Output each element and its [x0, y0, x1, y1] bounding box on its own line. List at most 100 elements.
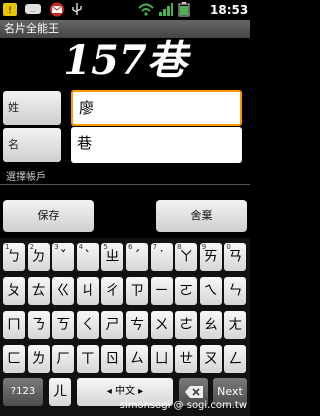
- svg-text:...: ...: [30, 7, 36, 14]
- key-hint: 8: [177, 243, 182, 251]
- key-label: ㄧ: [154, 283, 169, 299]
- key-label: ㄋ: [31, 317, 46, 333]
- er-key[interactable]: ㄦ: [49, 378, 71, 406]
- signal-icon: [159, 3, 173, 16]
- key-0-5[interactable]: 6ˊ: [126, 243, 148, 271]
- save-button[interactable]: 保存: [3, 200, 94, 232]
- key-hint: 3: [54, 243, 59, 251]
- status-bar: ! ... 18:53: [0, 0, 250, 20]
- wifi-icon: [138, 3, 154, 16]
- key-hint: 2: [29, 243, 35, 251]
- key-0-7[interactable]: 8ㄚ: [175, 243, 198, 271]
- app-title: 名片全能王: [0, 20, 250, 38]
- key-label: ㄟ: [203, 283, 218, 299]
- usb-icon: [72, 3, 82, 15]
- key-3-8[interactable]: ㄡ: [199, 345, 222, 373]
- key-hint: 9: [201, 243, 207, 251]
- key-label: ˊ: [133, 249, 141, 265]
- key-label: ㄌ: [31, 351, 46, 367]
- key-label: ㄝ: [179, 351, 194, 367]
- key-3-2[interactable]: ㄏ: [52, 345, 75, 373]
- key-2-9[interactable]: ㄤ: [224, 311, 247, 339]
- key-1-4[interactable]: ㄔ: [101, 277, 124, 305]
- key-0-3[interactable]: 4ˋ: [76, 243, 99, 271]
- key-0-8[interactable]: 9ㄞ: [199, 243, 222, 271]
- key-label: ㄨ: [154, 317, 169, 333]
- key-0-2[interactable]: 3ˇ: [52, 243, 75, 271]
- key-3-9[interactable]: ㄥ: [224, 345, 247, 373]
- key-label: ㄒ: [80, 351, 95, 367]
- key-2-5[interactable]: ㄘ: [126, 311, 148, 339]
- key-0-1[interactable]: 2ㄉ: [27, 243, 50, 271]
- mail-icon: [50, 2, 64, 17]
- key-label: ㄞ: [203, 249, 218, 265]
- select-account[interactable]: 選擇帳戶: [6, 168, 46, 183]
- key-0-4[interactable]: 5ㄓ: [101, 243, 124, 271]
- symbols-key[interactable]: ?123: [3, 378, 43, 406]
- key-2-7[interactable]: ㄜ: [175, 311, 198, 339]
- key-3-7[interactable]: ㄝ: [175, 345, 198, 373]
- key-3-6[interactable]: ㄩ: [150, 345, 173, 373]
- key-3-5[interactable]: ㄙ: [126, 345, 148, 373]
- key-label: ˇ: [59, 249, 67, 265]
- card-name-preview: 157巷: [0, 38, 250, 84]
- key-3-3[interactable]: ㄒ: [76, 345, 99, 373]
- key-3-0[interactable]: ㄈ: [3, 345, 25, 373]
- key-label: ㄇ: [7, 317, 21, 333]
- key-label: ㄗ: [130, 283, 144, 299]
- last-name-label: 姓: [3, 91, 61, 125]
- key-1-1[interactable]: ㄊ: [27, 277, 50, 305]
- key-1-6[interactable]: ㄧ: [150, 277, 173, 305]
- key-0-0[interactable]: 1ㄅ: [3, 243, 25, 271]
- key-label: ㄆ: [7, 283, 21, 299]
- key-label: ㄙ: [130, 351, 144, 367]
- key-2-2[interactable]: ㄎ: [52, 311, 75, 339]
- key-1-7[interactable]: ㄛ: [175, 277, 198, 305]
- key-label: ㄉ: [31, 249, 46, 265]
- sms-icon: ...: [25, 4, 41, 14]
- key-label: ㄩ: [154, 351, 169, 367]
- key-label: ㄐ: [80, 283, 95, 299]
- key-1-0[interactable]: ㄆ: [3, 277, 25, 305]
- key-0-9[interactable]: 0ㄢ: [224, 243, 247, 271]
- key-2-8[interactable]: ㄠ: [199, 311, 222, 339]
- key-3-1[interactable]: ㄌ: [27, 345, 50, 373]
- key-0-6[interactable]: 7 ˙: [150, 243, 173, 271]
- key-label: ㄑ: [80, 317, 95, 333]
- key-2-1[interactable]: ㄋ: [27, 311, 50, 339]
- key-2-6[interactable]: ㄨ: [150, 311, 173, 339]
- key-label: ㄍ: [56, 283, 71, 299]
- key-label: ㄔ: [105, 283, 120, 299]
- key-2-4[interactable]: ㄕ: [101, 311, 124, 339]
- key-label: ㄅ: [7, 249, 21, 265]
- key-label: ㄤ: [228, 317, 243, 333]
- key-label: ㄡ: [203, 351, 218, 367]
- zhuyin-keyboard: 1 ㄅ 2 ㄉ 3 ˇ 4 ˋ 5 ㄓ 6 ˊ 7 ˙ 8 ㄚ 9 ㄞ 0 ㄢㄆㄊㄍㄐㄔㄗㄧㄛㄟㄣㄇㄋㄎㄑㄕㄘㄨㄜㄠㄤ…: [0, 238, 250, 416]
- discard-button[interactable]: 舍棄: [156, 200, 247, 232]
- key-1-3[interactable]: ㄐ: [76, 277, 99, 305]
- backspace-icon: [184, 386, 203, 398]
- key-hint: 6: [128, 243, 133, 251]
- key-label: ㄎ: [56, 317, 71, 333]
- notification-icon: !: [3, 3, 17, 16]
- key-2-0[interactable]: ㄇ: [3, 311, 25, 339]
- key-hint: 7: [152, 243, 158, 251]
- key-label: ㄣ: [228, 283, 243, 299]
- svg-text:!: !: [8, 6, 12, 16]
- key-3-4[interactable]: ㄖ: [101, 345, 124, 373]
- key-label: ㄏ: [56, 351, 71, 367]
- last-name-field[interactable]: 廖: [71, 90, 242, 126]
- first-name-field[interactable]: 巷: [71, 127, 242, 163]
- key-hint: 0: [226, 243, 231, 251]
- key-hint: 4: [78, 243, 84, 251]
- first-name-label: 名: [3, 128, 61, 162]
- divider: [0, 184, 250, 185]
- battery-icon: [178, 2, 190, 17]
- key-2-3[interactable]: ㄑ: [76, 311, 99, 339]
- key-1-5[interactable]: ㄗ: [126, 277, 148, 305]
- key-1-9[interactable]: ㄣ: [224, 277, 247, 305]
- key-label: ˙: [158, 249, 166, 265]
- key-1-8[interactable]: ㄟ: [199, 277, 222, 305]
- key-1-2[interactable]: ㄍ: [52, 277, 75, 305]
- key-label: ㄚ: [179, 249, 194, 265]
